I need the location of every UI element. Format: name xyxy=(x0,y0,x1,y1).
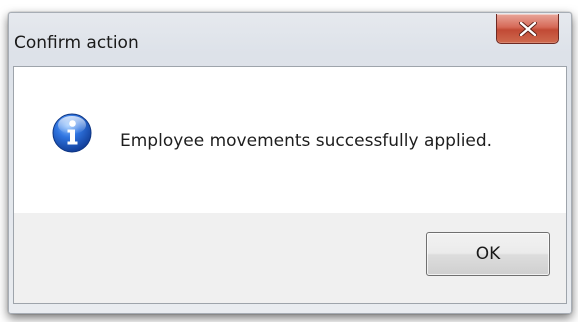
close-button[interactable] xyxy=(496,14,559,44)
dialog-body: Employee movements successfully applied.… xyxy=(13,66,567,304)
dialog-window: Confirm action Employee movements succes… xyxy=(8,12,572,314)
information-icon xyxy=(52,113,92,153)
dialog-message: Employee movements successfully applied. xyxy=(120,131,493,151)
dialog-title: Confirm action xyxy=(14,33,139,53)
ok-button[interactable]: OK xyxy=(426,232,550,276)
close-icon xyxy=(518,21,537,36)
message-panel: Employee movements successfully applied. xyxy=(14,67,566,213)
title-bar[interactable]: Confirm action xyxy=(9,13,571,65)
